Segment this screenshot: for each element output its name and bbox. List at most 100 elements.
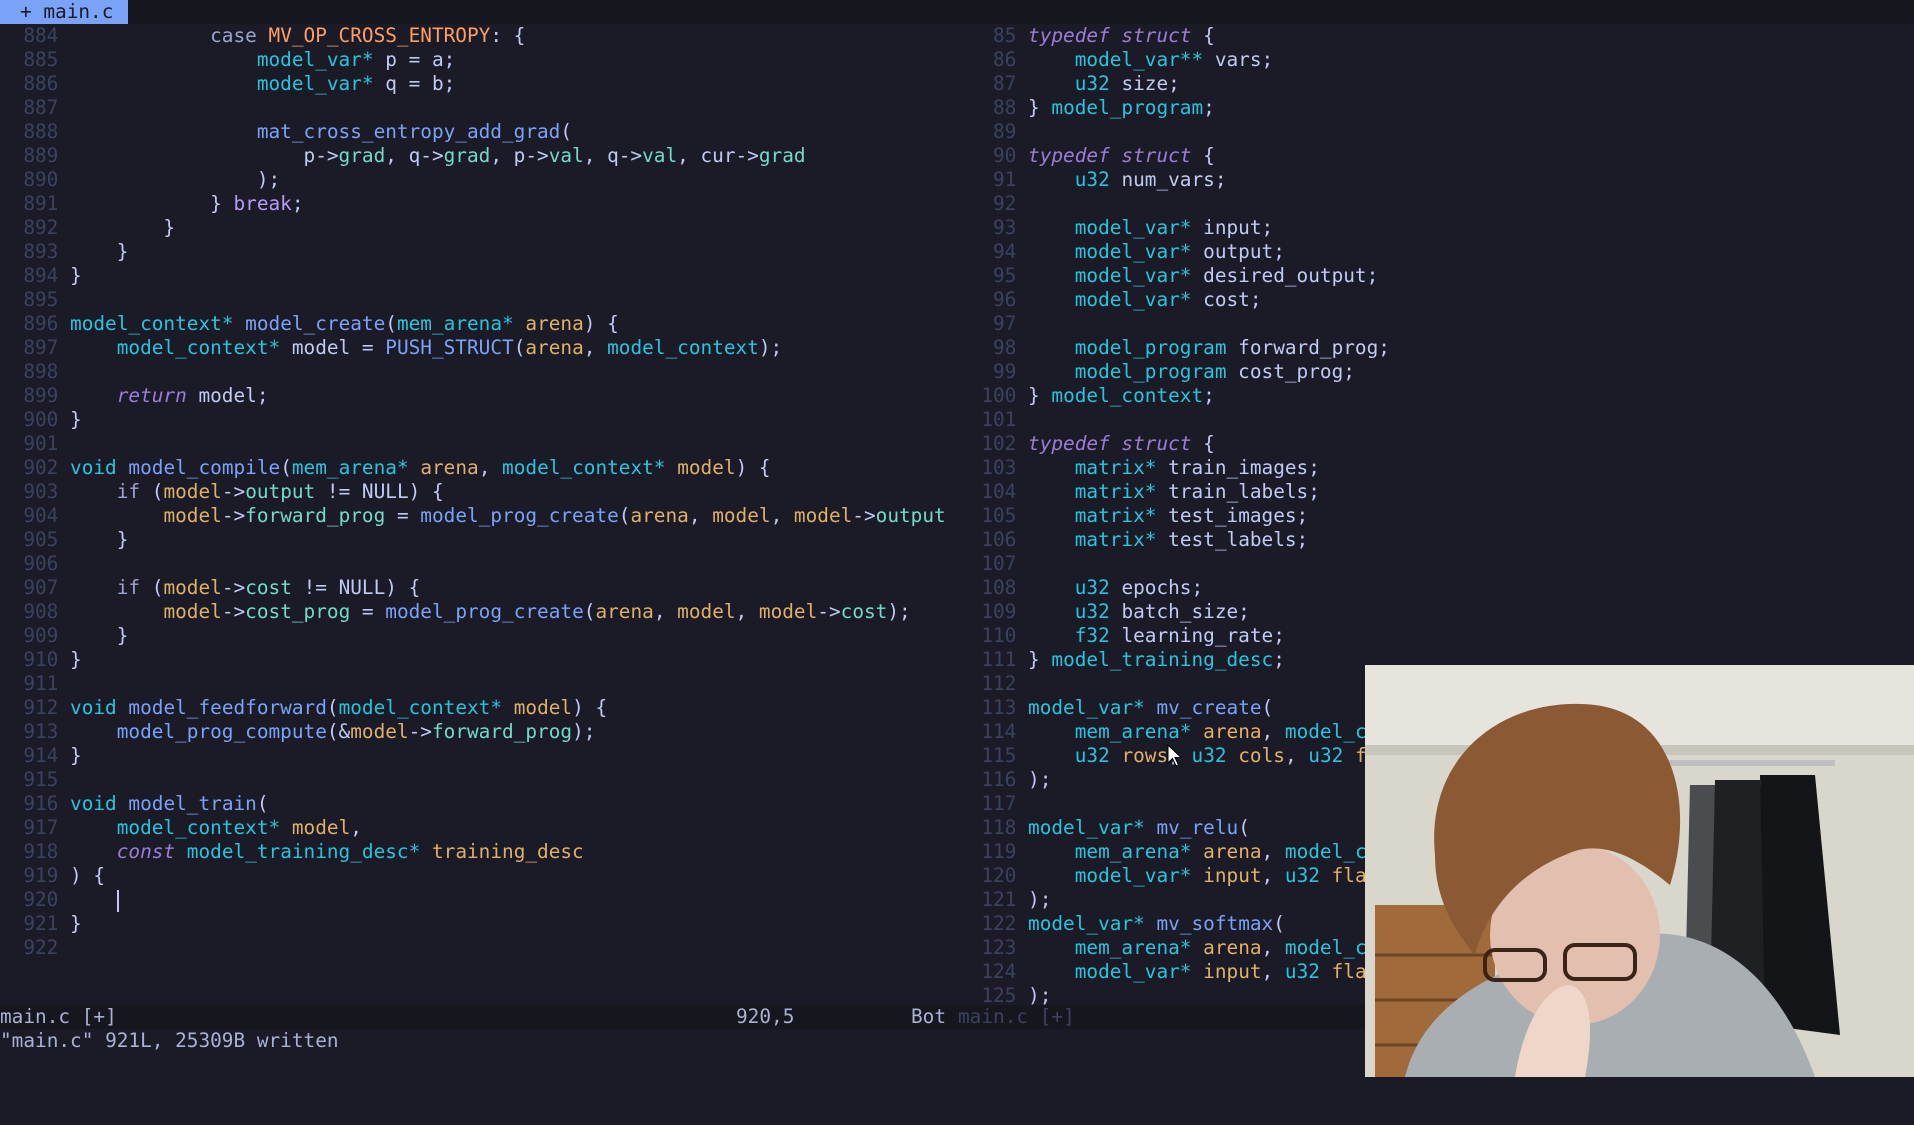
code-line[interactable]: 104 ⟦t|matrix*⟧ train_labels; <box>958 480 1914 504</box>
code-token: } <box>70 648 82 671</box>
code-token: model <box>793 504 853 527</box>
code-text <box>70 888 117 911</box>
code-line[interactable]: 109 ⟦t|u32⟧ batch_size; <box>958 600 1914 624</box>
code-text: ⟦t|u32⟧ ⟦v|rows⟧, ⟦t|u32⟧ ⟦v|cols⟧, ⟦t|u… <box>1028 744 1367 767</box>
code-line[interactable]: 893 } <box>0 240 952 264</box>
code-line[interactable]: 915 <box>0 768 952 792</box>
code-line[interactable]: 889 p->⟦m|grad⟧, q->⟦m|grad⟧, p->⟦m|val⟧… <box>0 144 952 168</box>
code-line[interactable]: 108 ⟦t|u32⟧ epochs; <box>958 576 1914 600</box>
code-line[interactable]: 921} <box>0 912 952 936</box>
code-line[interactable]: 891 } ⟦b|break⟧; <box>0 192 952 216</box>
code-line[interactable]: 86 ⟦t|model_var**⟧ vars; <box>958 48 1914 72</box>
line-number: 898 <box>23 360 59 383</box>
code-line[interactable]: 911 <box>0 672 952 696</box>
code-line[interactable]: 892 } <box>0 216 952 240</box>
code-line[interactable]: 103 ⟦t|matrix*⟧ train_images; <box>958 456 1914 480</box>
code-line[interactable]: 97 <box>958 312 1914 336</box>
code-token: model_context* <box>116 816 281 839</box>
code-token: ( <box>1261 696 1274 719</box>
code-line[interactable]: 913 ⟦f|model_prog_compute⟧(&⟦v|model⟧->⟦… <box>0 720 952 744</box>
code-line[interactable]: 918 ⟦k|const⟧ ⟦t|model_training_desc*⟧ ⟦… <box>0 840 952 864</box>
code-line[interactable]: 99 ⟦t|model_program⟧ cost_prog; <box>958 360 1914 384</box>
code-text: ⟦t|matrix*⟧ train_labels; <box>1028 480 1320 503</box>
line-number: 118 <box>981 816 1017 839</box>
code-line[interactable]: 920 <box>0 888 952 912</box>
code-line[interactable]: 897 ⟦t|model_context*⟧ model = ⟦f|PUSH_S… <box>0 336 952 360</box>
code-line[interactable]: 888 ⟦f|mat_cross_entropy_add_grad⟧( <box>0 120 952 144</box>
code-line[interactable]: 89 <box>958 120 1914 144</box>
code-token: model_var* <box>1074 288 1192 311</box>
code-text: ⟦t|model_var**⟧ vars; <box>1028 48 1273 71</box>
code-line[interactable]: 94 ⟦t|model_var*⟧ output; <box>958 240 1914 264</box>
code-line[interactable]: 916 ⟦t|void⟧ ⟦f|model_train⟧( <box>0 792 952 816</box>
code-line[interactable]: 904 ⟦v|model⟧->⟦m|forward_prog⟧ = ⟦f|mod… <box>0 504 952 528</box>
line-number: 906 <box>23 552 59 575</box>
code-line[interactable]: 105 ⟦t|matrix*⟧ test_images; <box>958 504 1914 528</box>
code-text: ⟦k|typedef struct⟧ { <box>1028 24 1215 47</box>
code-line[interactable]: 886 ⟦t|model_var*⟧ q = b; <box>0 72 952 96</box>
code-text: ⟦t|u32⟧ epochs; <box>1028 576 1203 599</box>
code-line[interactable]: 905 } <box>0 528 952 552</box>
line-number: 113 <box>981 696 1017 719</box>
code-text: ⟦t|u32⟧ num_vars; <box>1028 168 1227 191</box>
code-line[interactable]: 100} ⟦t|model_context⟧; <box>958 384 1914 408</box>
code-token: model_var* <box>1074 960 1192 983</box>
code-line[interactable]: 88} ⟦t|model_program⟧; <box>958 96 1914 120</box>
code-text: ); <box>70 168 280 191</box>
code-line[interactable]: 895 <box>0 288 952 312</box>
code-line[interactable]: 102 ⟦k|typedef struct⟧ { <box>958 432 1914 456</box>
tab-main-c[interactable]: + main.c <box>0 0 128 24</box>
code-line[interactable]: 885 ⟦t|model_var*⟧ p = a; <box>0 48 952 72</box>
code-line[interactable]: 85 ⟦k|typedef struct⟧ { <box>958 24 1914 48</box>
code-line[interactable]: 93 ⟦t|model_var*⟧ input; <box>958 216 1914 240</box>
code-line[interactable]: 908 ⟦v|model⟧->⟦m|cost_prog⟧ = ⟦f|model_… <box>0 600 952 624</box>
code-line[interactable]: 92 <box>958 192 1914 216</box>
code-token: val <box>642 144 678 167</box>
code-line[interactable]: 90 ⟦k|typedef struct⟧ { <box>958 144 1914 168</box>
code-line[interactable]: 903 ⟦kw|if⟧ (⟦v|model⟧->⟦m|output⟧ != NU… <box>0 480 952 504</box>
code-line[interactable]: 907 ⟦kw|if⟧ (⟦v|model⟧->⟦m|cost⟧ != NULL… <box>0 576 952 600</box>
code-line[interactable]: 901 <box>0 432 952 456</box>
code-line[interactable]: 906 <box>0 552 952 576</box>
code-token: , <box>583 336 608 359</box>
code-token: } <box>70 624 129 647</box>
code-line[interactable]: 909 } <box>0 624 952 648</box>
line-number: 890 <box>23 168 59 191</box>
line-number: 921 <box>23 912 59 935</box>
code-line[interactable]: 87 ⟦t|u32⟧ size; <box>958 72 1914 96</box>
code-line[interactable]: 914} <box>0 744 952 768</box>
code-line[interactable]: 890 ); <box>0 168 952 192</box>
code-line[interactable]: 95 ⟦t|model_var*⟧ desired_output; <box>958 264 1914 288</box>
code-line[interactable]: 898 <box>0 360 952 384</box>
code-line[interactable]: 919) { <box>0 864 952 888</box>
code-token: grad <box>758 144 806 167</box>
code-line[interactable]: 101 <box>958 408 1914 432</box>
code-line[interactable]: 896 ⟦t|model_context*⟧ ⟦f|model_create⟧(⟦… <box>0 312 952 336</box>
code-line[interactable]: 894} <box>0 264 952 288</box>
code-token: const <box>116 840 176 863</box>
code-line[interactable]: 910} <box>0 648 952 672</box>
left-editor-pane[interactable]: 884 ⟦kw|case⟧ ⟦c|MV_OP_CROSS_ENTROPY⟧: {… <box>0 24 952 1005</box>
line-number: 85 <box>993 24 1017 47</box>
code-line[interactable]: 884 ⟦kw|case⟧ ⟦c|MV_OP_CROSS_ENTROPY⟧: { <box>0 24 952 48</box>
code-line[interactable]: 887 <box>0 96 952 120</box>
code-line[interactable]: 91 ⟦t|u32⟧ num_vars; <box>958 168 1914 192</box>
code-text: } <box>70 528 129 551</box>
line-number: 86 <box>993 48 1017 71</box>
code-line[interactable]: 106 ⟦t|matrix*⟧ test_labels; <box>958 528 1914 552</box>
code-line[interactable]: 899 ⟦k|return⟧ model; <box>0 384 952 408</box>
code-line[interactable]: 98 ⟦t|model_program⟧ forward_prog; <box>958 336 1914 360</box>
code-line[interactable]: 917 ⟦t|model_context*⟧ ⟦v|model⟧, <box>0 816 952 840</box>
command-line[interactable]: "main.c" 921L, 25309B written <box>0 1029 339 1053</box>
code-line[interactable]: 110 ⟦t|f32⟧ learning_rate; <box>958 624 1914 648</box>
code-line[interactable]: 107 <box>958 552 1914 576</box>
code-line[interactable]: 912 ⟦t|void⟧ ⟦f|model_feedforward⟧(⟦t|mod… <box>0 696 952 720</box>
code-token: model_var* <box>256 72 374 95</box>
code-token: mv_create <box>1156 696 1262 719</box>
code-line[interactable]: 96 ⟦t|model_var*⟧ cost; <box>958 288 1914 312</box>
code-line[interactable]: 902 ⟦t|void⟧ ⟦f|model_compile⟧(⟦t|mem_are… <box>0 456 952 480</box>
code-line[interactable]: 900} <box>0 408 952 432</box>
code-line[interactable]: 922 <box>0 936 952 960</box>
